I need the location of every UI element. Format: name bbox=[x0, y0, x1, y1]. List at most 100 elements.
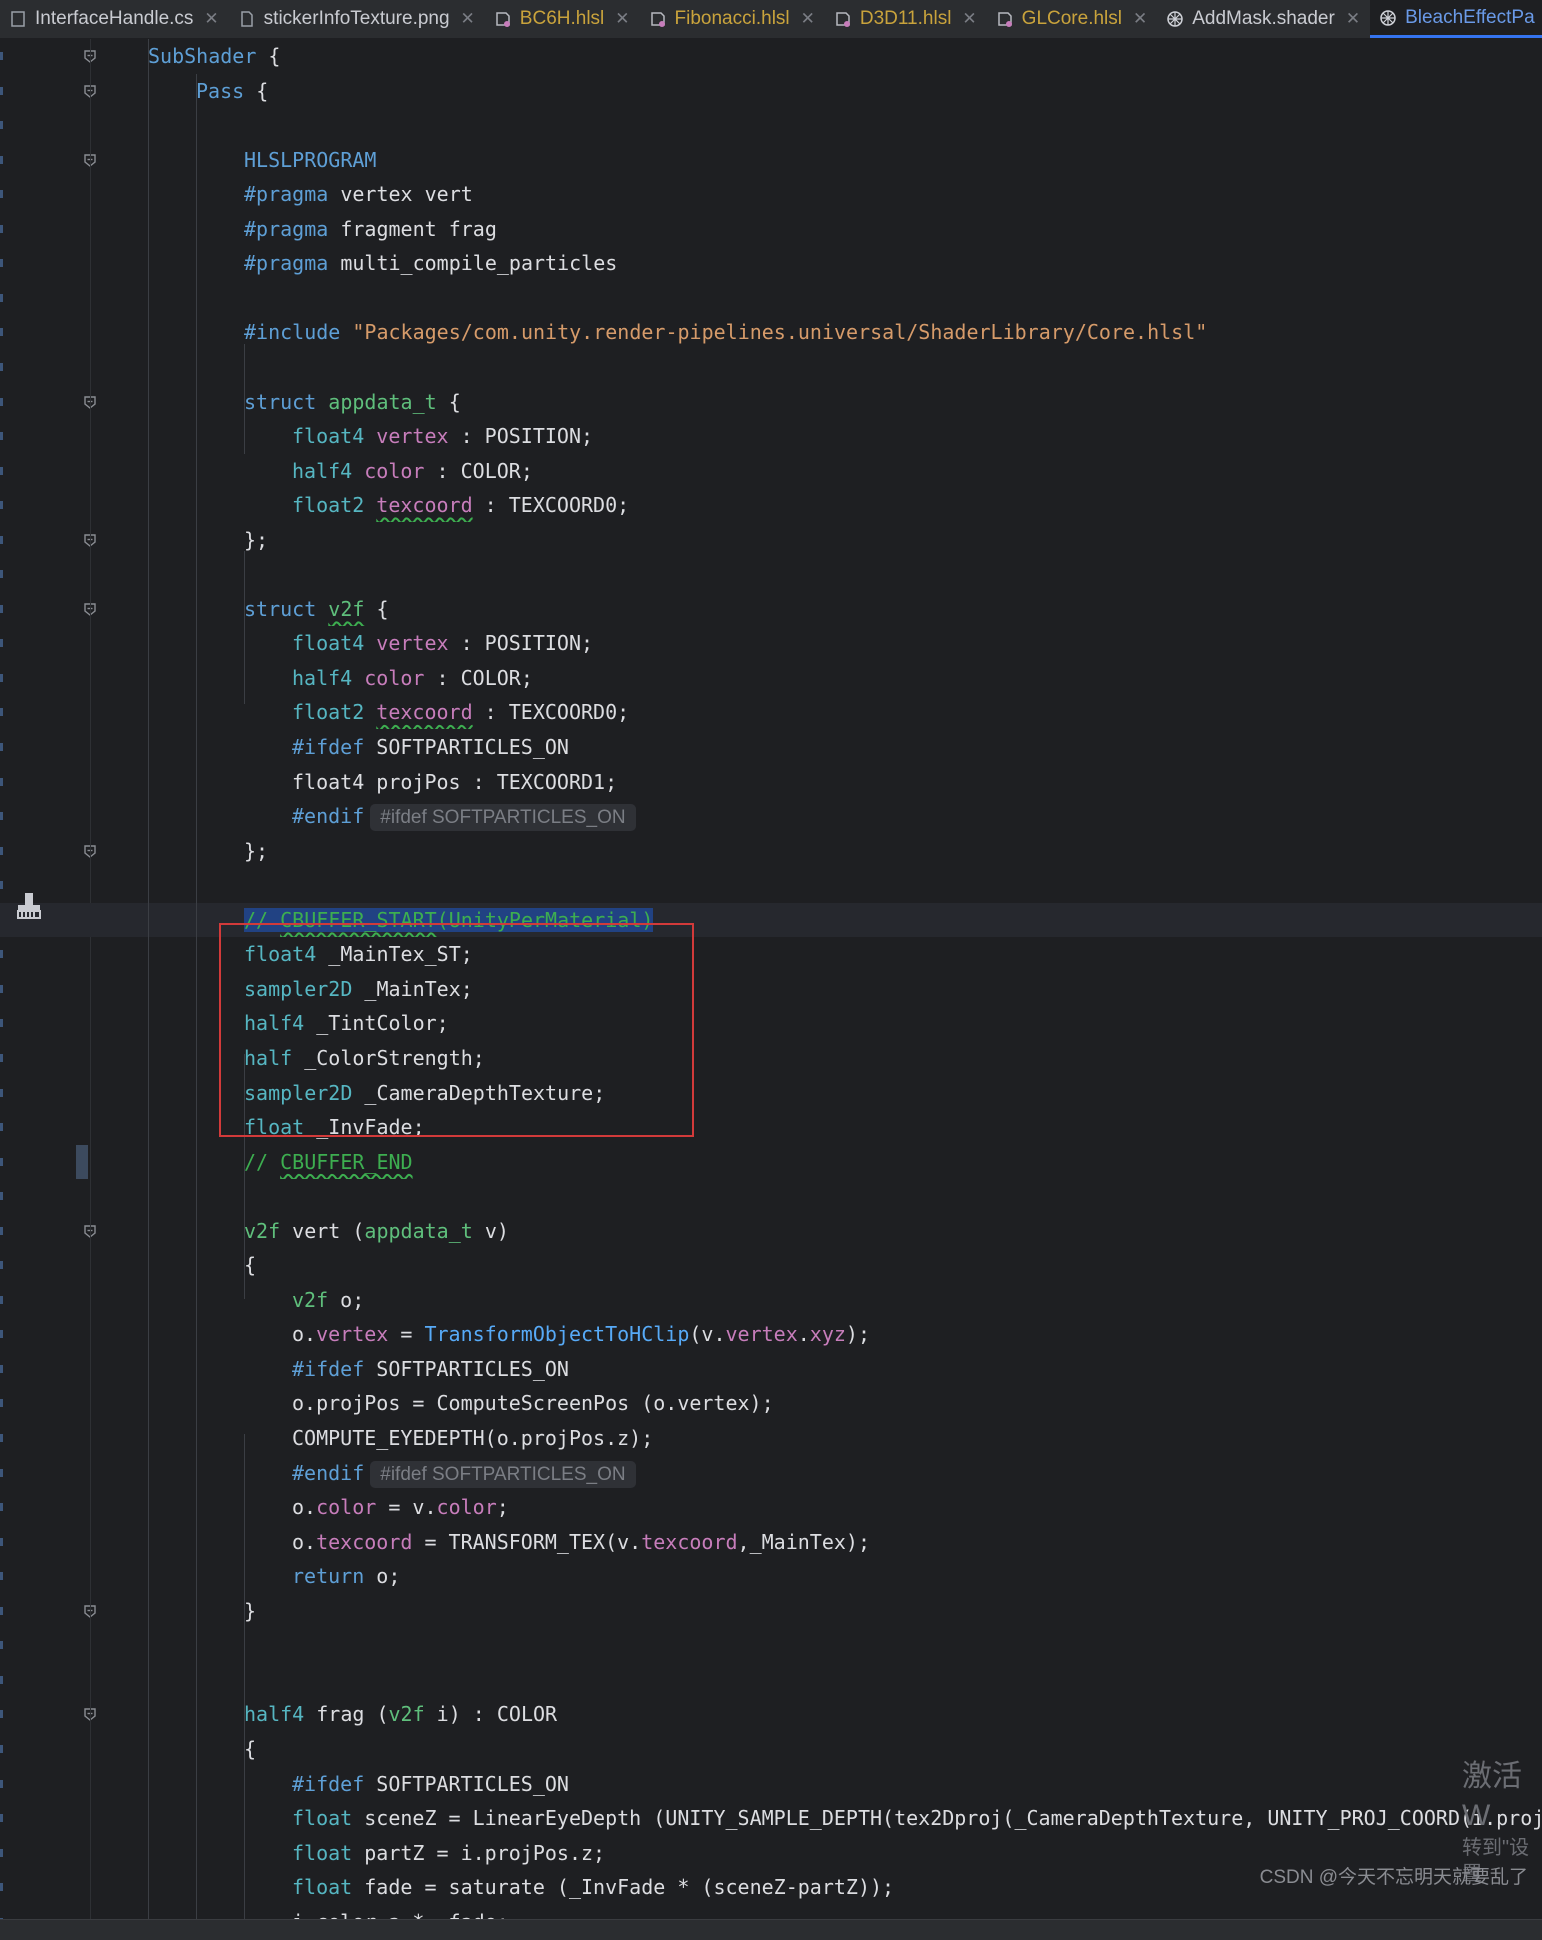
code-token: . bbox=[797, 1322, 810, 1347]
code-line[interactable]: { bbox=[0, 1732, 1542, 1766]
code-line[interactable]: struct appdata_t { bbox=[0, 385, 1542, 419]
close-icon[interactable]: ✕ bbox=[962, 9, 976, 29]
code-editor[interactable]: SubShader {Pass {HLSLPROGRAM #pragma vert… bbox=[0, 39, 1542, 1919]
code-token: struct bbox=[244, 596, 317, 621]
indent-guide bbox=[244, 551, 245, 704]
code-line[interactable]: o.vertex = TransformObjectToHClip(v.vert… bbox=[0, 1317, 1542, 1351]
brush-icon[interactable] bbox=[14, 891, 44, 921]
close-icon[interactable]: ✕ bbox=[1346, 9, 1360, 29]
code-line[interactable]: #ifdef SOFTPARTICLES_ON bbox=[0, 1767, 1542, 1801]
code-line[interactable]: v2f o; bbox=[0, 1283, 1542, 1317]
code-token: o. bbox=[292, 1495, 317, 1520]
code-line[interactable] bbox=[0, 1663, 1542, 1697]
code-line[interactable]: float2 texcoord : TEXCOORD0; bbox=[0, 488, 1542, 522]
code-token: float bbox=[292, 1875, 353, 1900]
code-token: #include bbox=[244, 320, 341, 345]
code-line[interactable]: float sceneZ = LinearEyeDepth (UNITY_SAM… bbox=[0, 1801, 1542, 1835]
code-line[interactable] bbox=[0, 350, 1542, 384]
code-line[interactable]: float4 vertex : POSITION; bbox=[0, 419, 1542, 453]
code-line[interactable] bbox=[0, 1628, 1542, 1662]
tab-0[interactable]: InterfaceHandle.cs ✕ bbox=[0, 0, 229, 38]
hlsl-file-icon bbox=[995, 9, 1015, 29]
code-line[interactable]: #ifdef SOFTPARTICLES_ON bbox=[0, 1352, 1542, 1386]
code-line[interactable]: #pragma vertex vert bbox=[0, 177, 1542, 211]
tab-label: GLCore.hlsl bbox=[1021, 8, 1122, 29]
code-token: texcoord bbox=[376, 493, 473, 518]
code-text: }; bbox=[244, 523, 268, 557]
code-token: #pragma bbox=[244, 251, 329, 276]
close-icon[interactable]: ✕ bbox=[801, 9, 815, 29]
tab-1[interactable]: stickerInfoTexture.png ✕ bbox=[229, 0, 485, 38]
code-token: COMPUTE_EYEDEPTH(o.projPos.z); bbox=[292, 1426, 654, 1450]
code-line[interactable]: } bbox=[0, 1594, 1542, 1628]
code-line[interactable]: i.color.a *= fade; bbox=[0, 1905, 1542, 1919]
code-line[interactable]: // CBUFFER_END bbox=[0, 1145, 1542, 1179]
code-line[interactable] bbox=[0, 557, 1542, 591]
code-line[interactable]: }; bbox=[0, 523, 1542, 557]
code-line[interactable]: return o; bbox=[0, 1559, 1542, 1593]
code-line[interactable]: half4 color : COLOR; bbox=[0, 661, 1542, 695]
code-token: struct bbox=[244, 389, 317, 414]
code-line[interactable]: o.texcoord = TRANSFORM_TEX(v.texcoord,_M… bbox=[0, 1525, 1542, 1559]
code-token: { bbox=[256, 44, 281, 68]
code-token: { bbox=[244, 78, 269, 103]
code-line[interactable]: float4 projPos : TEXCOORD1; bbox=[0, 765, 1542, 799]
close-icon[interactable]: ✕ bbox=[461, 9, 475, 29]
hlsl-file-icon bbox=[648, 9, 668, 29]
code-line[interactable]: #ifdef SOFTPARTICLES_ON bbox=[0, 730, 1542, 764]
code-text: #pragma fragment frag bbox=[244, 212, 497, 246]
code-line[interactable]: #pragma fragment frag bbox=[0, 212, 1542, 246]
tab-5[interactable]: GLCore.hlsl ✕ bbox=[987, 0, 1158, 38]
tab-2[interactable]: BC6H.hlsl ✕ bbox=[485, 0, 640, 38]
code-line[interactable]: Pass { bbox=[0, 74, 1542, 108]
close-icon[interactable]: ✕ bbox=[1133, 9, 1147, 29]
code-line[interactable]: #endif #ifdef SOFTPARTICLES_ON bbox=[0, 799, 1542, 833]
code-text: }; bbox=[244, 834, 268, 868]
code-token: i.color.a *= fade; bbox=[292, 1910, 509, 1919]
code-line[interactable]: #pragma multi_compile_particles bbox=[0, 246, 1542, 280]
tab-6[interactable]: AddMask.shader ✕ bbox=[1157, 0, 1370, 38]
code-line[interactable]: float4 vertex : POSITION; bbox=[0, 626, 1542, 660]
code-line[interactable]: { bbox=[0, 1248, 1542, 1282]
code-line[interactable]: COMPUTE_EYEDEPTH(o.projPos.z); bbox=[0, 1421, 1542, 1455]
close-icon[interactable]: ✕ bbox=[204, 9, 218, 29]
code-line[interactable]: }; bbox=[0, 834, 1542, 868]
code-token: { bbox=[436, 389, 461, 414]
code-text: half4 frag (v2f i) : COLOR bbox=[244, 1697, 557, 1731]
code-line[interactable]: half4 color : COLOR; bbox=[0, 454, 1542, 488]
code-line[interactable]: #endif #ifdef SOFTPARTICLES_ON bbox=[0, 1456, 1542, 1490]
code-line[interactable]: o.color = v.color; bbox=[0, 1490, 1542, 1524]
code-line[interactable] bbox=[0, 1179, 1542, 1213]
code-line[interactable] bbox=[0, 281, 1542, 315]
code-token: sceneZ = LinearEyeDepth (UNITY_SAMPLE_DE… bbox=[352, 1806, 1542, 1831]
code-line[interactable]: v2f vert (appdata_t v) bbox=[0, 1214, 1542, 1248]
code-line[interactable]: SubShader { bbox=[0, 39, 1542, 73]
code-line[interactable] bbox=[0, 868, 1542, 902]
close-icon[interactable]: ✕ bbox=[615, 9, 629, 29]
code-token: { bbox=[364, 596, 389, 621]
tab-4[interactable]: D3D11.hlsl ✕ bbox=[825, 0, 987, 38]
code-token: = v. bbox=[376, 1495, 437, 1520]
code-token: v2f bbox=[244, 1218, 281, 1243]
code-line[interactable]: half4 frag (v2f i) : COLOR bbox=[0, 1697, 1542, 1731]
code-line[interactable]: float2 texcoord : TEXCOORD0; bbox=[0, 695, 1542, 729]
code-text: v2f o; bbox=[292, 1283, 364, 1317]
code-token: "Packages/com.unity.render-pipelines.uni… bbox=[352, 320, 1208, 345]
code-line[interactable]: #include "Packages/com.unity.render-pipe… bbox=[0, 315, 1542, 349]
tab-label: D3D11.hlsl bbox=[859, 8, 952, 29]
code-line[interactable]: HLSLPROGRAM bbox=[0, 143, 1542, 177]
tab-3[interactable]: Fibonacci.hlsl ✕ bbox=[640, 0, 825, 38]
code-line[interactable]: struct v2f { bbox=[0, 592, 1542, 626]
code-line[interactable] bbox=[0, 108, 1542, 142]
code-line[interactable]: o.projPos = ComputeScreenPos (o.vertex); bbox=[0, 1386, 1542, 1420]
code-token: vertex bbox=[376, 631, 449, 656]
tab-7[interactable]: BleachEffectPa bbox=[1370, 0, 1542, 38]
code-text: // CBUFFER_END bbox=[244, 1145, 413, 1179]
code-token: v) bbox=[472, 1218, 509, 1243]
code-token: texcoord bbox=[641, 1529, 738, 1554]
code-token: float2 bbox=[292, 493, 365, 518]
